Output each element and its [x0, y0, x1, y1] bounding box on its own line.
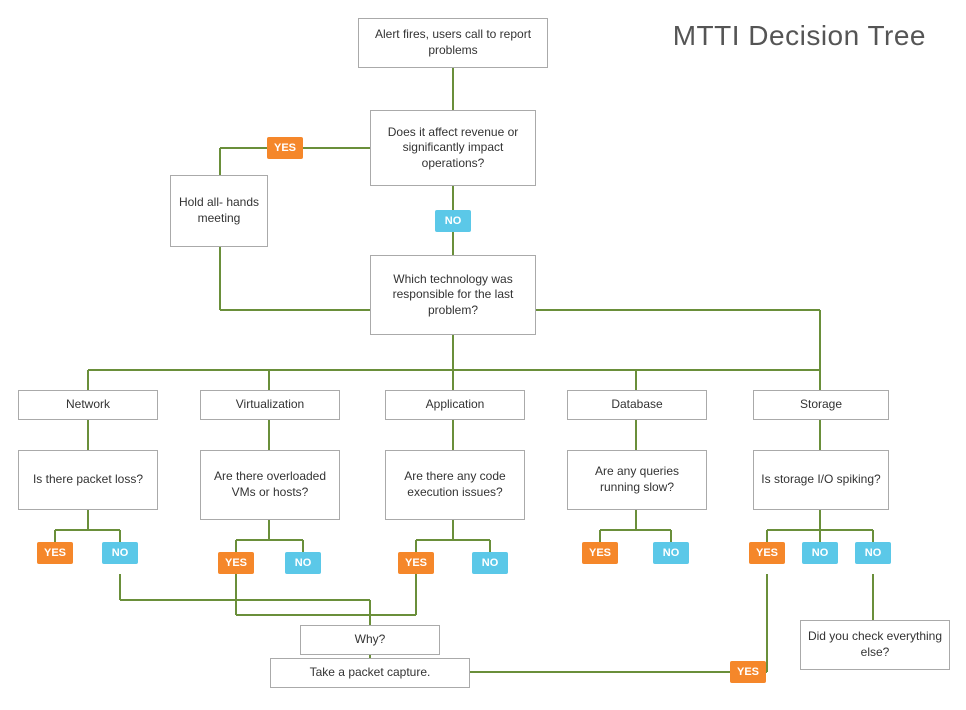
q1-yes-badge: YES	[267, 137, 303, 159]
q1-box: Does it affect revenue or significantly …	[370, 110, 536, 186]
app-yes-badge: YES	[398, 552, 434, 574]
q-stor-box: Is storage I/O spiking?	[753, 450, 889, 510]
stor-no2-badge: NO	[855, 542, 891, 564]
q-virt-box: Are there overloaded VMs or hosts?	[200, 450, 340, 520]
why-box: Why?	[300, 625, 440, 655]
q-network-box: Is there packet loss?	[18, 450, 158, 510]
network-yes-badge: YES	[37, 542, 73, 564]
database-box: Database	[567, 390, 707, 420]
storage-box: Storage	[753, 390, 889, 420]
db-yes-badge: YES	[582, 542, 618, 564]
check-else-box: Did you check everything else?	[800, 620, 950, 670]
network-box: Network	[18, 390, 158, 420]
app-no-badge: NO	[472, 552, 508, 574]
stor-yes-badge: YES	[749, 542, 785, 564]
packet-box: Take a packet capture.	[270, 658, 470, 688]
application-box: Application	[385, 390, 525, 420]
q1-no-badge: NO	[435, 210, 471, 232]
network-no-badge: NO	[102, 542, 138, 564]
virt-yes-badge: YES	[218, 552, 254, 574]
stor-no1-badge: NO	[802, 542, 838, 564]
q2-box: Which technology was responsible for the…	[370, 255, 536, 335]
db-no-badge: NO	[653, 542, 689, 564]
q-app-box: Are there any code execution issues?	[385, 450, 525, 520]
q-db-box: Are any queries running slow?	[567, 450, 707, 510]
hold-box: Hold all- hands meeting	[170, 175, 268, 247]
stor-packet-yes-badge: YES	[730, 661, 766, 683]
virt-no-badge: NO	[285, 552, 321, 574]
page-title: MTTI Decision Tree	[673, 20, 926, 52]
start-box: Alert fires, users call to report proble…	[358, 18, 548, 68]
virtualization-box: Virtualization	[200, 390, 340, 420]
